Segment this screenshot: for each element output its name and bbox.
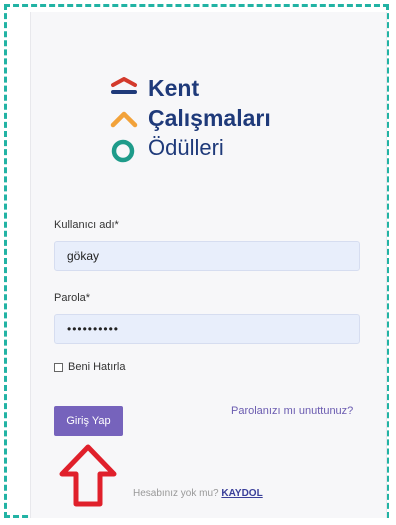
logo-line-3: Ödülleri xyxy=(148,135,224,160)
password-label: Parola* xyxy=(54,292,91,304)
password-field[interactable]: •••••••••• xyxy=(54,314,360,344)
signup-prompt-text: Hesabınız yok mu? xyxy=(133,488,219,499)
logo-line-2: Çalışmaları xyxy=(148,105,271,131)
login-button[interactable]: Giriş Yap xyxy=(54,406,123,436)
remember-me[interactable]: Beni Hatırla xyxy=(54,361,125,373)
signup-link[interactable]: KAYDOL xyxy=(221,488,262,499)
green-circle-icon xyxy=(111,139,135,163)
forgot-password-link[interactable]: Parolanızı mı unuttunuz? xyxy=(231,405,353,417)
red-up-arrow-icon xyxy=(59,444,117,507)
logo: Kent Çalışmaları Ödülleri xyxy=(110,75,300,175)
remember-checkbox[interactable] xyxy=(54,362,63,372)
username-field[interactable]: gökay xyxy=(54,241,360,271)
logo-line-1: Kent xyxy=(148,75,200,101)
remember-label: Beni Hatırla xyxy=(68,361,126,373)
red-chevron-icon xyxy=(111,77,137,94)
username-label: Kullanıcı adı* xyxy=(54,219,119,231)
signup-prompt: Hesabınız yok mu? KAYDOL xyxy=(133,488,263,499)
orange-chevron-icon xyxy=(110,111,138,128)
